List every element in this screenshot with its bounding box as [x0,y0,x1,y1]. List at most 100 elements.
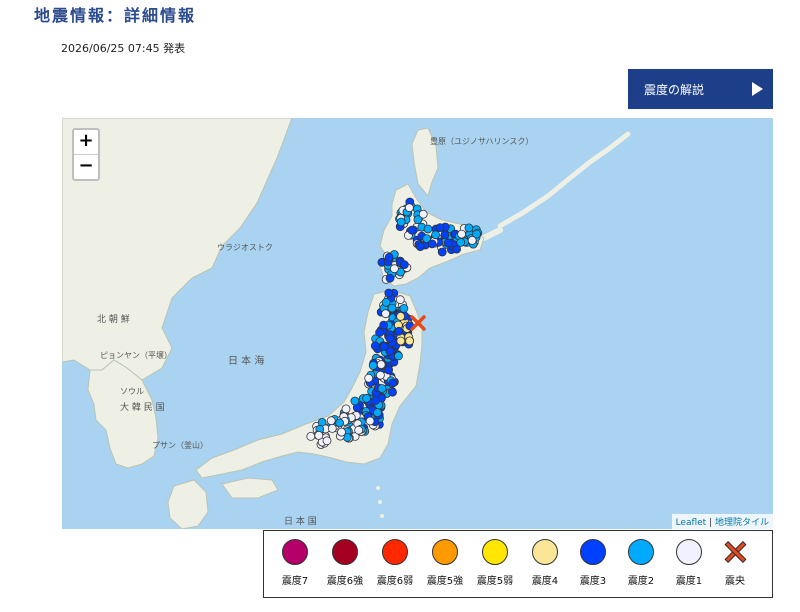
legend-label: 震度2 [627,576,655,587]
intensity-2-swatch [628,539,654,565]
station-marker[interactable] [457,229,467,239]
station-marker[interactable] [370,341,380,351]
intensity-3-swatch [580,539,606,565]
earthquake-map[interactable]: 豊原（ユジノサハリンスク） ウラジオストク 北 朝 鮮 ピョンヤン（平壌） ソウ… [62,118,773,529]
label-yuzhno-sakhalinsk: 豊原（ユジノサハリンスク） [430,136,533,146]
station-marker[interactable] [384,365,394,375]
label-vladivostok: ウラジオストク [217,243,273,252]
station-marker[interactable] [381,309,391,319]
map-attribution: Leaflet | 地理院タイル [671,514,773,529]
legend-item: 震度5強 [420,539,470,587]
kuril-islands [497,131,631,229]
station-marker[interactable] [384,252,394,262]
station-marker[interactable] [399,260,409,270]
station-marker[interactable] [314,430,324,440]
legend-label: 震度6強 [326,576,364,587]
station-marker[interactable] [399,303,409,313]
station-marker[interactable] [435,223,445,232]
station-marker[interactable] [443,238,453,248]
station-marker[interactable] [354,425,364,435]
station-marker[interactable] [385,273,395,283]
station-marker[interactable] [381,297,391,307]
station-marker[interactable] [404,203,414,213]
legend-item: 震度4 [520,539,570,587]
station-marker[interactable] [388,387,397,397]
legend-item: 震度7 [270,539,320,587]
station-marker[interactable] [371,395,381,405]
legend-item: 震度3 [568,539,618,587]
play-arrow-icon [752,82,763,96]
station-marker[interactable] [394,351,403,361]
intensity-5-lower-swatch [482,539,508,565]
zoom-out-button[interactable]: − [74,155,98,179]
station-marker[interactable] [413,215,423,225]
page-title: 地震情報：詳細情報 [34,6,197,25]
station-marker[interactable] [407,225,417,235]
legend-label: 震度5強 [426,576,464,587]
station-marker[interactable] [368,361,378,370]
attribution-separator: | [706,518,715,528]
zoom-in-button[interactable]: + [74,130,98,155]
label-sea-of-japan: 日 本 海 [228,354,264,367]
station-marker[interactable] [456,238,466,247]
legend-item: 震度6強 [320,539,370,587]
station-marker[interactable] [388,378,398,388]
intensity-explanation-button[interactable]: 震度の解説 [628,69,773,109]
legend-label: 震央 [725,576,745,587]
station-marker[interactable] [396,311,406,321]
legend-label: 震度1 [675,576,703,587]
station-marker[interactable] [440,230,450,240]
station-marker[interactable] [467,236,477,245]
shikoku-island [221,477,279,499]
station-marker[interactable] [423,224,433,234]
leaflet-link[interactable]: Leaflet [676,518,707,528]
station-marker[interactable] [415,242,425,252]
station-marker[interactable] [341,404,351,414]
station-marker[interactable] [337,427,346,437]
station-marker[interactable] [373,408,382,418]
label-seoul: ソウル [120,387,144,396]
station-marker[interactable] [389,264,399,274]
station-marker[interactable] [431,230,441,240]
intensity-7-swatch [282,539,308,565]
station-marker[interactable] [375,328,385,337]
station-marker[interactable] [437,247,447,257]
station-marker[interactable] [394,326,404,336]
station-marker[interactable] [395,295,405,305]
intensity-4-swatch [532,539,558,565]
station-marker[interactable] [365,416,375,426]
station-marker[interactable] [377,384,387,393]
legend-item: 震央 [710,539,760,587]
station-marker[interactable] [326,416,336,426]
station-marker[interactable] [362,393,372,403]
station-marker[interactable] [375,370,385,380]
station-marker[interactable] [384,288,394,298]
station-marker[interactable] [427,239,437,249]
station-marker[interactable] [335,418,345,428]
station-marker[interactable] [350,396,360,406]
legend-label: 震度7 [281,576,309,587]
station-marker[interactable] [405,336,415,346]
station-marker[interactable] [322,436,332,446]
station-marker[interactable] [306,431,316,441]
gsi-tiles-link[interactable]: 地理院タイル [715,518,769,528]
station-marker[interactable] [385,333,395,343]
station-marker[interactable] [396,336,406,346]
station-marker[interactable] [376,360,386,370]
intensity-explanation-label: 震度の解説 [644,82,705,97]
map-canvas: 豊原（ユジノサハリンスク） ウラジオストク 北 朝 鮮 ピョンヤン（平壌） ソウ… [62,118,631,529]
intensity-legend: 震度7 震度6強 震度6弱 震度5強 震度5弱 震度4 震度3 震度2 震度1 … [263,530,773,598]
intensity-1-swatch [676,539,702,565]
label-south-korea: 大 韓 民 国 [120,401,165,413]
station-marker[interactable] [464,223,474,233]
station-marker[interactable] [379,320,389,330]
label-pyongyang: ピョンヤン（平壌） [100,350,172,360]
station-marker[interactable] [396,217,406,227]
station-marker[interactable] [327,423,337,433]
legend-item: 震度5弱 [470,539,520,587]
legend-label: 震度4 [531,576,559,587]
station-marker[interactable] [379,342,389,352]
epicenter-x-icon [722,539,748,565]
station-marker[interactable] [364,373,374,383]
label-north-korea: 北 朝 鮮 [97,313,130,325]
